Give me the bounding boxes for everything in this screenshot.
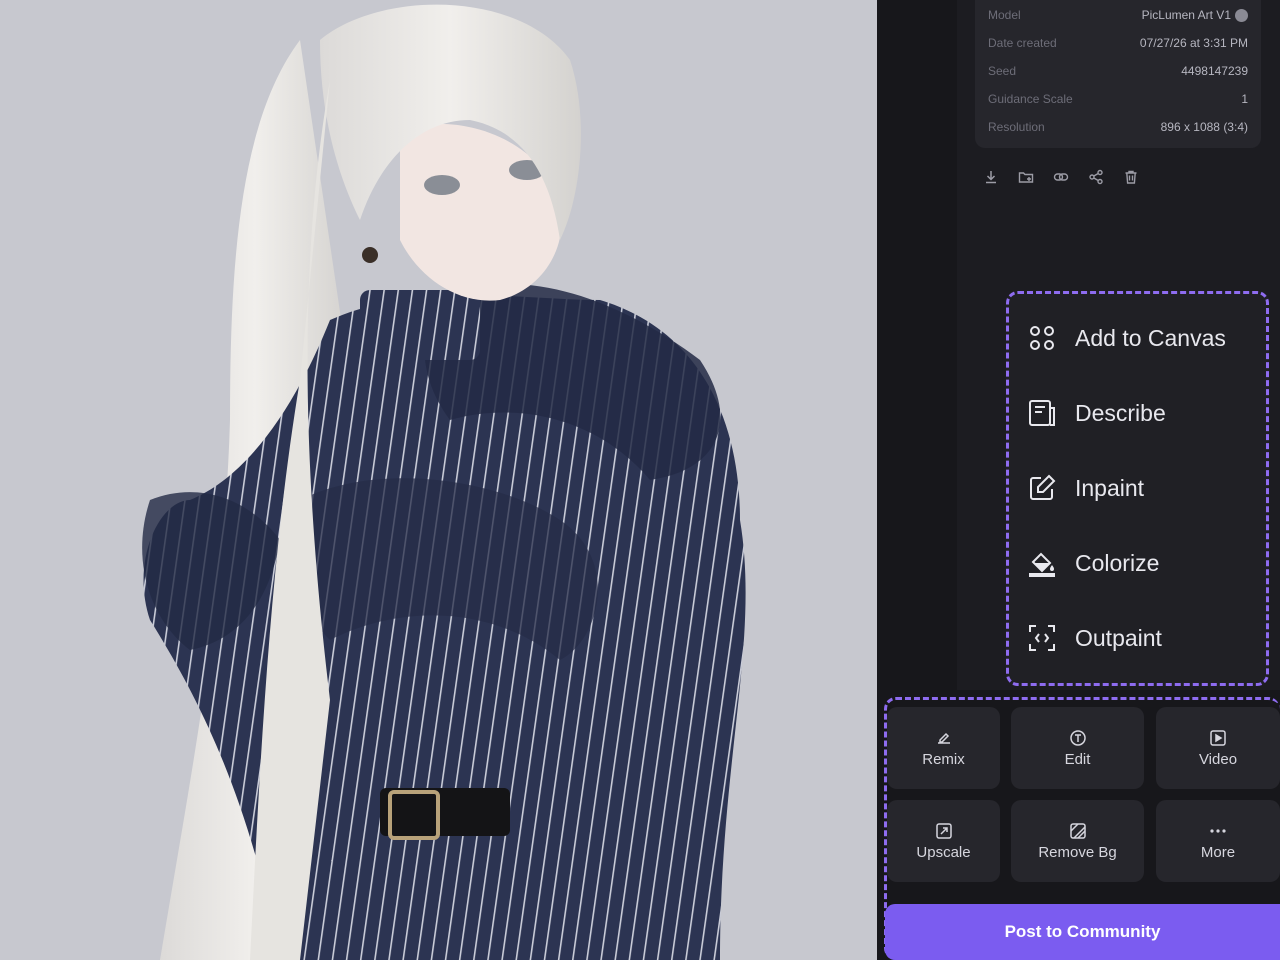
more-dots-icon [1210,828,1226,833]
menu-item-add-to-canvas[interactable]: Add to Canvas [1027,316,1257,360]
menu-item-outpaint[interactable]: Outpaint [1027,616,1257,660]
video-label: Video [1198,750,1238,768]
remix-icon [937,732,950,744]
guidance-value: 1 [1241,92,1248,106]
info-row-model: Model PicLumen Art V1 [988,1,1248,29]
generation-info-card: Model PicLumen Art V1 Date created 07/27… [975,0,1261,148]
info-row-date: Date created 07/27/26 at 3:31 PM [988,29,1248,57]
anime-girl-illustration [142,4,746,960]
inpaint-icon [1030,474,1056,500]
more-button[interactable]: More [1156,800,1280,882]
model-value: PicLumen Art V1 [1142,8,1248,22]
menu-item-label: Describe [1075,399,1166,426]
upscale-icon [935,822,952,839]
canvas-icon [1030,326,1054,350]
download-icon[interactable] [980,166,1002,188]
date-label: Date created [988,36,1057,50]
more-label: More [1200,843,1236,861]
model-label: Model [988,8,1021,22]
upscale-button[interactable]: Upscale [887,800,1000,882]
menu-item-label: Colorize [1075,549,1160,576]
remix-label: Remix [922,750,965,768]
seed-value: 4498147239 [1181,64,1248,78]
share-icon[interactable] [1085,166,1107,188]
model-badge-icon [1235,8,1248,22]
describe-icon [1029,400,1055,426]
generated-image[interactable] [0,0,877,960]
menu-item-label: Add to Canvas [1075,324,1226,351]
resolution-value: 896 x 1088 (3:4) [1160,120,1248,134]
guidance-label: Guidance Scale [988,92,1073,106]
colorize-icon [1029,552,1055,577]
menu-item-describe[interactable]: Describe [1027,391,1257,435]
trash-icon[interactable] [1120,166,1142,188]
edit-icon [1069,729,1086,746]
menu-item-colorize[interactable]: Colorize [1027,541,1257,585]
menu-item-label: Inpaint [1075,474,1145,501]
post-to-community-button[interactable]: Post to Community [885,904,1280,960]
info-row-guidance: Guidance Scale 1 [988,85,1248,113]
remove-bg-label: Remove Bg [1038,843,1117,861]
more-actions-menu: Add to Canvas Describe Inpaint Colorize … [1006,291,1269,686]
image-action-bar [980,166,1142,188]
video-button[interactable]: Video [1156,707,1280,789]
outpaint-icon [1029,625,1055,651]
video-icon [1210,729,1226,746]
date-value: 07/27/26 at 3:31 PM [1139,36,1248,50]
remove-bg-button[interactable]: Remove Bg [1011,800,1144,882]
folder-add-icon[interactable] [1015,166,1037,188]
seed-label: Seed [988,64,1017,78]
remix-button[interactable]: Remix [887,707,1000,789]
info-row-resolution: Resolution 896 x 1088 (3:4) [988,113,1248,141]
model-name: PicLumen Art V1 [1141,8,1231,22]
edit-label: Edit [1064,750,1091,768]
resolution-label: Resolution [988,120,1045,134]
link-icon[interactable] [1050,166,1072,188]
menu-item-label: Outpaint [1075,624,1162,651]
info-row-seed: Seed 4498147239 [988,57,1248,85]
upscale-label: Upscale [916,843,971,861]
edit-button[interactable]: Edit [1011,707,1144,789]
remove-bg-icon [1069,822,1086,839]
menu-item-inpaint[interactable]: Inpaint [1027,466,1257,510]
